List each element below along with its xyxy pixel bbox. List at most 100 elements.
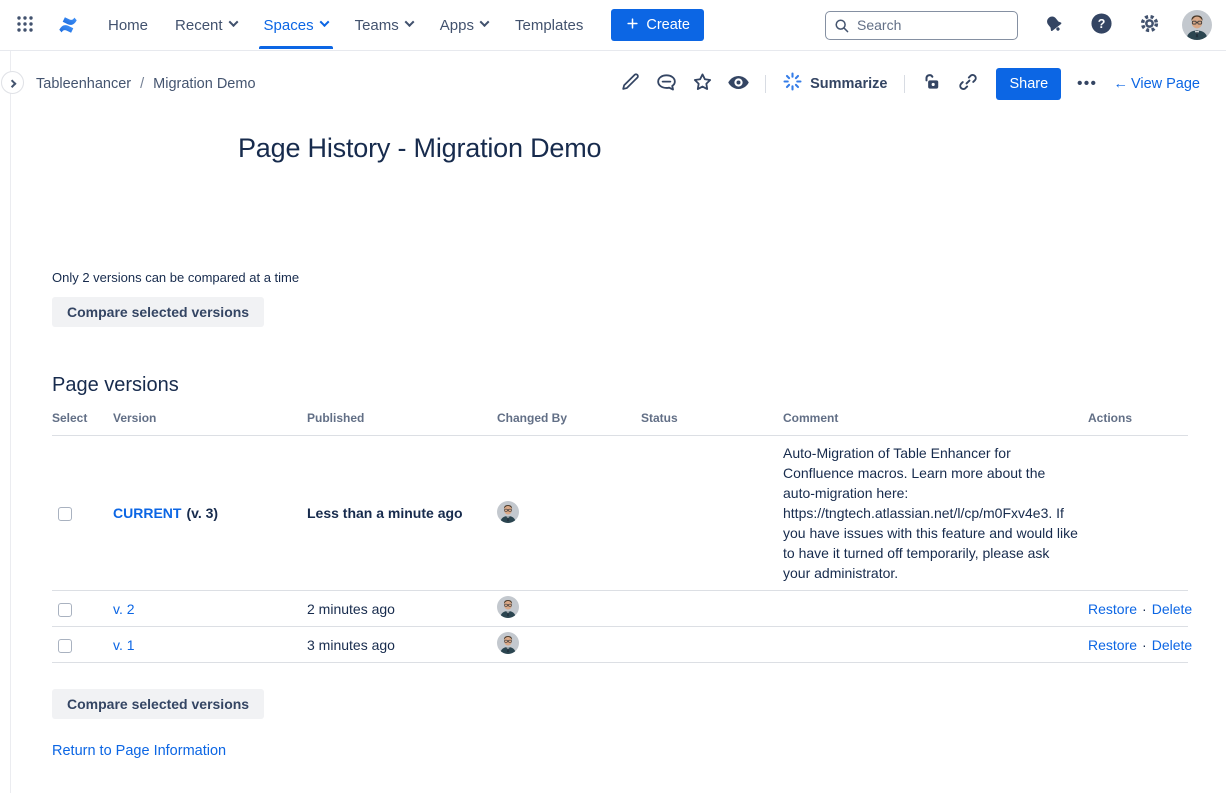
nav-label: Recent [175, 17, 223, 34]
changed-by-avatar[interactable] [497, 501, 519, 523]
version-checkbox[interactable] [58, 507, 72, 521]
nav-right-cluster: ? [825, 8, 1212, 42]
question-mark-icon: ? [1090, 12, 1113, 38]
compare-selected-versions-button-top[interactable]: Compare selected versions [52, 297, 264, 327]
version-link[interactable]: v. 2 [113, 601, 135, 617]
version-suffix: (v. 3) [186, 505, 218, 521]
svg-text:?: ? [1098, 17, 1106, 31]
nav-item-teams[interactable]: Teams [355, 17, 413, 34]
breadcrumb-toolbar-row: Tableenhancer / Migration Demo [11, 51, 1226, 99]
version-checkbox[interactable] [58, 639, 72, 653]
star-icon [691, 71, 714, 97]
changed-by-avatar[interactable] [497, 632, 519, 654]
compare-selected-versions-button-bottom[interactable]: Compare selected versions [52, 689, 264, 719]
status-cell [641, 627, 783, 663]
app-switcher-grid-icon [16, 15, 34, 36]
nav-label: Apps [440, 17, 474, 34]
chevron-down-icon [228, 17, 238, 27]
version-checkbox[interactable] [58, 603, 72, 617]
breadcrumb-page-link[interactable]: Migration Demo [153, 76, 255, 92]
table-row-v2: v. 2 2 minutes ago [52, 591, 1188, 627]
help-button[interactable]: ? [1086, 8, 1117, 42]
delete-link[interactable]: Delete [1152, 601, 1192, 617]
nav-label: Spaces [264, 17, 314, 34]
view-page-link[interactable]: ← View Page [1113, 76, 1200, 92]
pencil-icon [619, 71, 641, 96]
sparkle-icon [783, 72, 802, 95]
favorite-button[interactable] [686, 69, 718, 99]
settings-button[interactable] [1134, 8, 1165, 42]
edit-button[interactable] [614, 69, 646, 99]
header-changed-by: Changed By [497, 407, 641, 436]
unlock-icon [921, 71, 943, 96]
top-navigation-bar: Home Recent Spaces Teams Apps Templates … [0, 0, 1226, 51]
nav-item-apps[interactable]: Apps [440, 17, 488, 34]
action-separator: · [1142, 601, 1147, 617]
bell-icon [1043, 13, 1065, 38]
nav-item-templates[interactable]: Templates [515, 17, 583, 34]
restore-link[interactable]: Restore [1088, 601, 1137, 617]
restrictions-button[interactable] [916, 69, 948, 99]
primary-nav: Home Recent Spaces Teams Apps Templates [108, 17, 583, 34]
summarize-label: Summarize [810, 76, 887, 92]
version-link[interactable]: v. 1 [113, 637, 135, 653]
user-avatar[interactable] [1182, 10, 1212, 40]
return-to-page-information-link[interactable]: Return to Page Information [52, 743, 226, 759]
view-page-label: View Page [1131, 76, 1200, 92]
page-toolbar: Summarize [614, 68, 1200, 100]
app-switcher-button[interactable] [12, 11, 38, 40]
copy-link-button[interactable] [952, 69, 984, 99]
table-header-row: Select Version Published Changed By Stat… [52, 407, 1188, 436]
published-cell: 2 minutes ago [307, 591, 497, 627]
status-cell [641, 436, 783, 591]
breadcrumb: Tableenhancer / Migration Demo [36, 76, 256, 92]
create-button[interactable]: Create [611, 9, 704, 41]
create-button-label: Create [646, 17, 690, 33]
watch-button[interactable] [722, 69, 754, 99]
more-options-button[interactable]: ••• [1071, 71, 1103, 96]
page-versions-table: Select Version Published Changed By Stat… [52, 407, 1188, 663]
header-version: Version [113, 407, 307, 436]
status-cell [641, 591, 783, 627]
actions-cell: Restore·Delete [1088, 627, 1188, 663]
main-content: Tableenhancer / Migration Demo [11, 51, 1226, 760]
gear-icon [1138, 12, 1161, 38]
breadcrumb-space-link[interactable]: Tableenhancer [36, 76, 131, 92]
delete-link[interactable]: Delete [1152, 637, 1192, 653]
back-arrow-icon: ← [1113, 76, 1128, 92]
action-separator: · [1142, 637, 1147, 653]
page-versions-heading: Page versions [52, 374, 1226, 397]
search-icon [834, 18, 850, 34]
restore-link[interactable]: Restore [1088, 637, 1137, 653]
header-comment: Comment [783, 407, 1088, 436]
changed-by-avatar[interactable] [497, 596, 519, 618]
header-select: Select [52, 407, 113, 436]
link-icon [957, 71, 979, 96]
search-input[interactable] [825, 11, 1018, 40]
summarize-button[interactable]: Summarize [777, 68, 893, 99]
notifications-button[interactable] [1039, 9, 1069, 42]
share-button[interactable]: Share [996, 68, 1061, 100]
sidebar-expand-button[interactable] [1, 71, 24, 94]
table-row-v1: v. 1 3 minutes ago [52, 627, 1188, 663]
confluence-logo[interactable] [52, 9, 84, 41]
published-cell: 3 minutes ago [307, 627, 497, 663]
header-published: Published [307, 407, 497, 436]
version-link-current[interactable]: CURRENT [113, 505, 181, 521]
header-status: Status [641, 407, 783, 436]
compare-note: Only 2 versions can be compared at a tim… [52, 270, 1226, 285]
chevron-down-icon [480, 17, 490, 27]
page-title: Page History - Migration Demo [238, 133, 1226, 164]
toolbar-divider [765, 75, 766, 93]
published-cell: Less than a minute ago [307, 436, 497, 591]
plus-icon [625, 16, 640, 35]
eye-icon [727, 71, 750, 97]
nav-item-home[interactable]: Home [108, 17, 148, 34]
actions-cell [1088, 436, 1188, 591]
nav-item-recent[interactable]: Recent [175, 17, 237, 34]
nav-item-spaces[interactable]: Spaces [264, 17, 328, 34]
comment-cell [783, 627, 1088, 663]
actions-cell: Restore·Delete [1088, 591, 1188, 627]
header-actions: Actions [1088, 407, 1188, 436]
comment-button[interactable] [650, 69, 682, 99]
